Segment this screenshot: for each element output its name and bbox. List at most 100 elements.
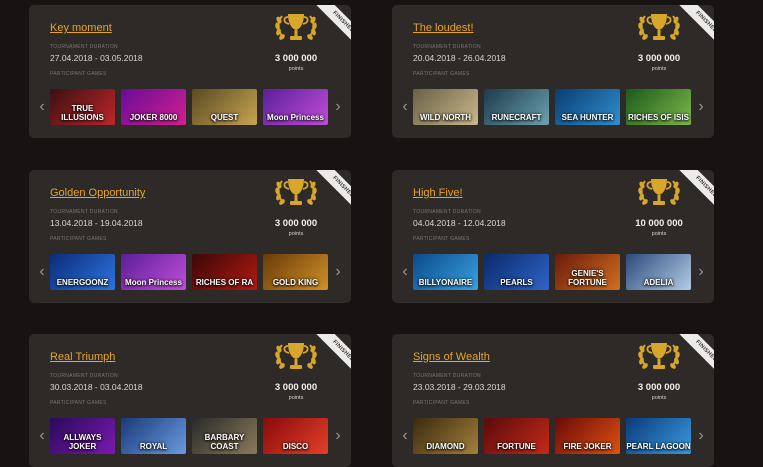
tournament-card: Signs of Wealth TOURNAMENT DURATION 23.0… bbox=[392, 334, 714, 467]
game-name: ALLWAYS JOKER bbox=[63, 433, 102, 451]
points-value: 3 000 000 bbox=[274, 382, 318, 393]
game-thumbnail[interactable]: RICHES OF RA bbox=[192, 254, 257, 290]
game-thumbnail[interactable]: Moon Princess bbox=[121, 254, 186, 290]
chevron-left-icon[interactable]: ‹ bbox=[399, 418, 411, 454]
game-thumbnail[interactable]: ALLWAYS JOKER bbox=[50, 418, 115, 454]
finished-ribbon: FINISHED bbox=[309, 5, 351, 47]
chevron-right-icon[interactable]: › bbox=[332, 254, 344, 290]
points-label: points bbox=[288, 395, 304, 401]
game-thumbnail[interactable]: TRUE ILLUSIONS bbox=[50, 89, 115, 125]
game-name: Moon Princess bbox=[267, 113, 324, 122]
points-label: points bbox=[651, 231, 667, 237]
points-value: 3 000 000 bbox=[637, 53, 681, 64]
points-label: points bbox=[288, 66, 304, 72]
game-thumbnail[interactable]: RICHES OF ISIS bbox=[626, 89, 691, 125]
game-thumbnail[interactable]: ROYAL bbox=[121, 418, 186, 454]
tournament-title[interactable]: The loudest! bbox=[413, 22, 474, 34]
duration-value: 04.04.2018 - 12.04.2018 bbox=[413, 218, 506, 228]
game-name: ENERGOONZ bbox=[56, 278, 109, 287]
game-name: TRUE ILLUSIONS bbox=[61, 104, 104, 122]
chevron-right-icon[interactable]: › bbox=[695, 418, 707, 454]
finished-ribbon: FINISHED bbox=[672, 5, 714, 47]
game-name: Moon Princess bbox=[125, 278, 182, 287]
game-thumbnail[interactable]: PEARL LAGOON bbox=[626, 418, 691, 454]
game-thumbnail[interactable]: FIRE JOKER bbox=[555, 418, 620, 454]
game-thumbnail[interactable]: SEA HUNTER bbox=[555, 89, 620, 125]
game-thumbnail[interactable]: QUEST bbox=[192, 89, 257, 125]
chevron-right-icon[interactable]: › bbox=[332, 89, 344, 125]
finished-ribbon-label: FINISHED bbox=[315, 170, 351, 212]
game-thumbnail[interactable]: DIAMOND bbox=[413, 418, 478, 454]
game-name: FIRE JOKER bbox=[563, 442, 612, 451]
points-value: 3 000 000 bbox=[274, 53, 318, 64]
game-thumbnail[interactable]: WILD NORTH bbox=[413, 89, 478, 125]
points-label: points bbox=[288, 231, 304, 237]
finished-ribbon-label: FINISHED bbox=[678, 170, 714, 212]
game-name: DIAMOND bbox=[426, 442, 465, 451]
game-thumbnail[interactable]: BARBARY COAST bbox=[192, 418, 257, 454]
participant-games-label: PARTICIPANT GAMES bbox=[413, 400, 470, 406]
duration-value: 27.04.2018 - 03.05.2018 bbox=[50, 53, 143, 63]
game-name: JOKER 8000 bbox=[129, 113, 178, 122]
participant-games-label: PARTICIPANT GAMES bbox=[50, 71, 107, 77]
duration-label: TOURNAMENT DURATION bbox=[413, 373, 481, 379]
points-label: points bbox=[651, 395, 667, 401]
participant-games-label: PARTICIPANT GAMES bbox=[413, 236, 470, 242]
game-thumbnail[interactable]: FORTUNE bbox=[484, 418, 549, 454]
game-name: GENIE'S FORTUNE bbox=[568, 269, 607, 287]
game-thumbnail[interactable]: PEARLS bbox=[484, 254, 549, 290]
chevron-right-icon[interactable]: › bbox=[332, 418, 344, 454]
tournament-title[interactable]: Key moment bbox=[50, 22, 112, 34]
game-thumbnail[interactable]: ENERGOONZ bbox=[50, 254, 115, 290]
chevron-left-icon[interactable]: ‹ bbox=[36, 418, 48, 454]
tournament-title[interactable]: High Five! bbox=[413, 187, 463, 199]
game-name: ROYAL bbox=[139, 442, 168, 451]
chevron-left-icon[interactable]: ‹ bbox=[36, 89, 48, 125]
tournament-card: Golden Opportunity TOURNAMENT DURATION 1… bbox=[29, 170, 351, 303]
finished-ribbon: FINISHED bbox=[672, 170, 714, 212]
tournament-title[interactable]: Signs of Wealth bbox=[413, 351, 490, 363]
chevron-left-icon[interactable]: ‹ bbox=[399, 89, 411, 125]
duration-label: TOURNAMENT DURATION bbox=[413, 44, 481, 50]
game-name: DISCO bbox=[282, 442, 309, 451]
game-name: FORTUNE bbox=[497, 442, 536, 451]
finished-ribbon: FINISHED bbox=[672, 334, 714, 376]
game-thumbnail[interactable]: JOKER 8000 bbox=[121, 89, 186, 125]
game-name: PEARLS bbox=[500, 278, 533, 287]
participant-games-label: PARTICIPANT GAMES bbox=[413, 71, 470, 77]
chevron-right-icon[interactable]: › bbox=[695, 89, 707, 125]
tournament-title[interactable]: Real Triumph bbox=[50, 351, 115, 363]
chevron-right-icon[interactable]: › bbox=[695, 254, 707, 290]
game-name: ADELIA bbox=[643, 278, 674, 287]
game-thumbnail[interactable]: GENIE'S FORTUNE bbox=[555, 254, 620, 290]
participant-games-label: PARTICIPANT GAMES bbox=[50, 400, 107, 406]
participant-games-carousel: DIAMOND FORTUNE FIRE JOKER PEARL LAGOON bbox=[413, 418, 693, 454]
game-name: QUEST bbox=[210, 113, 239, 122]
duration-value: 20.04.2018 - 26.04.2018 bbox=[413, 53, 506, 63]
game-name: PEARL LAGOON bbox=[626, 442, 691, 451]
chevron-left-icon[interactable]: ‹ bbox=[399, 254, 411, 290]
chevron-left-icon[interactable]: ‹ bbox=[36, 254, 48, 290]
duration-label: TOURNAMENT DURATION bbox=[50, 44, 118, 50]
participant-games-carousel: WILD NORTH RUNECRAFT SEA HUNTER RICHES OF I… bbox=[413, 89, 693, 125]
game-name: SEA HUNTER bbox=[561, 113, 614, 122]
tournament-card: The loudest! TOURNAMENT DURATION 20.04.2… bbox=[392, 5, 714, 138]
tournament-title[interactable]: Golden Opportunity bbox=[50, 187, 145, 199]
duration-value: 23.03.2018 - 29.03.2018 bbox=[413, 382, 506, 392]
game-thumbnail[interactable]: GOLD KING bbox=[263, 254, 328, 290]
points-value: 3 000 000 bbox=[274, 218, 318, 229]
game-name: WILD NORTH bbox=[419, 113, 472, 122]
finished-ribbon-label: FINISHED bbox=[678, 334, 714, 376]
duration-label: TOURNAMENT DURATION bbox=[413, 209, 481, 215]
finished-ribbon: FINISHED bbox=[309, 170, 351, 212]
finished-ribbon-label: FINISHED bbox=[678, 5, 714, 47]
game-thumbnail[interactable]: RUNECRAFT bbox=[484, 89, 549, 125]
tournament-card: Key moment TOURNAMENT DURATION 27.04.201… bbox=[29, 5, 351, 138]
game-thumbnail[interactable]: ADELIA bbox=[626, 254, 691, 290]
game-name: RICHES OF ISIS bbox=[628, 113, 689, 122]
participant-games-carousel: ALLWAYS JOKER ROYAL BARBARY COAST DISCO bbox=[50, 418, 330, 454]
participant-games-label: PARTICIPANT GAMES bbox=[50, 236, 107, 242]
game-thumbnail[interactable]: DISCO bbox=[263, 418, 328, 454]
game-thumbnail[interactable]: Moon Princess bbox=[263, 89, 328, 125]
game-thumbnail[interactable]: BILLYONAIRE bbox=[413, 254, 478, 290]
